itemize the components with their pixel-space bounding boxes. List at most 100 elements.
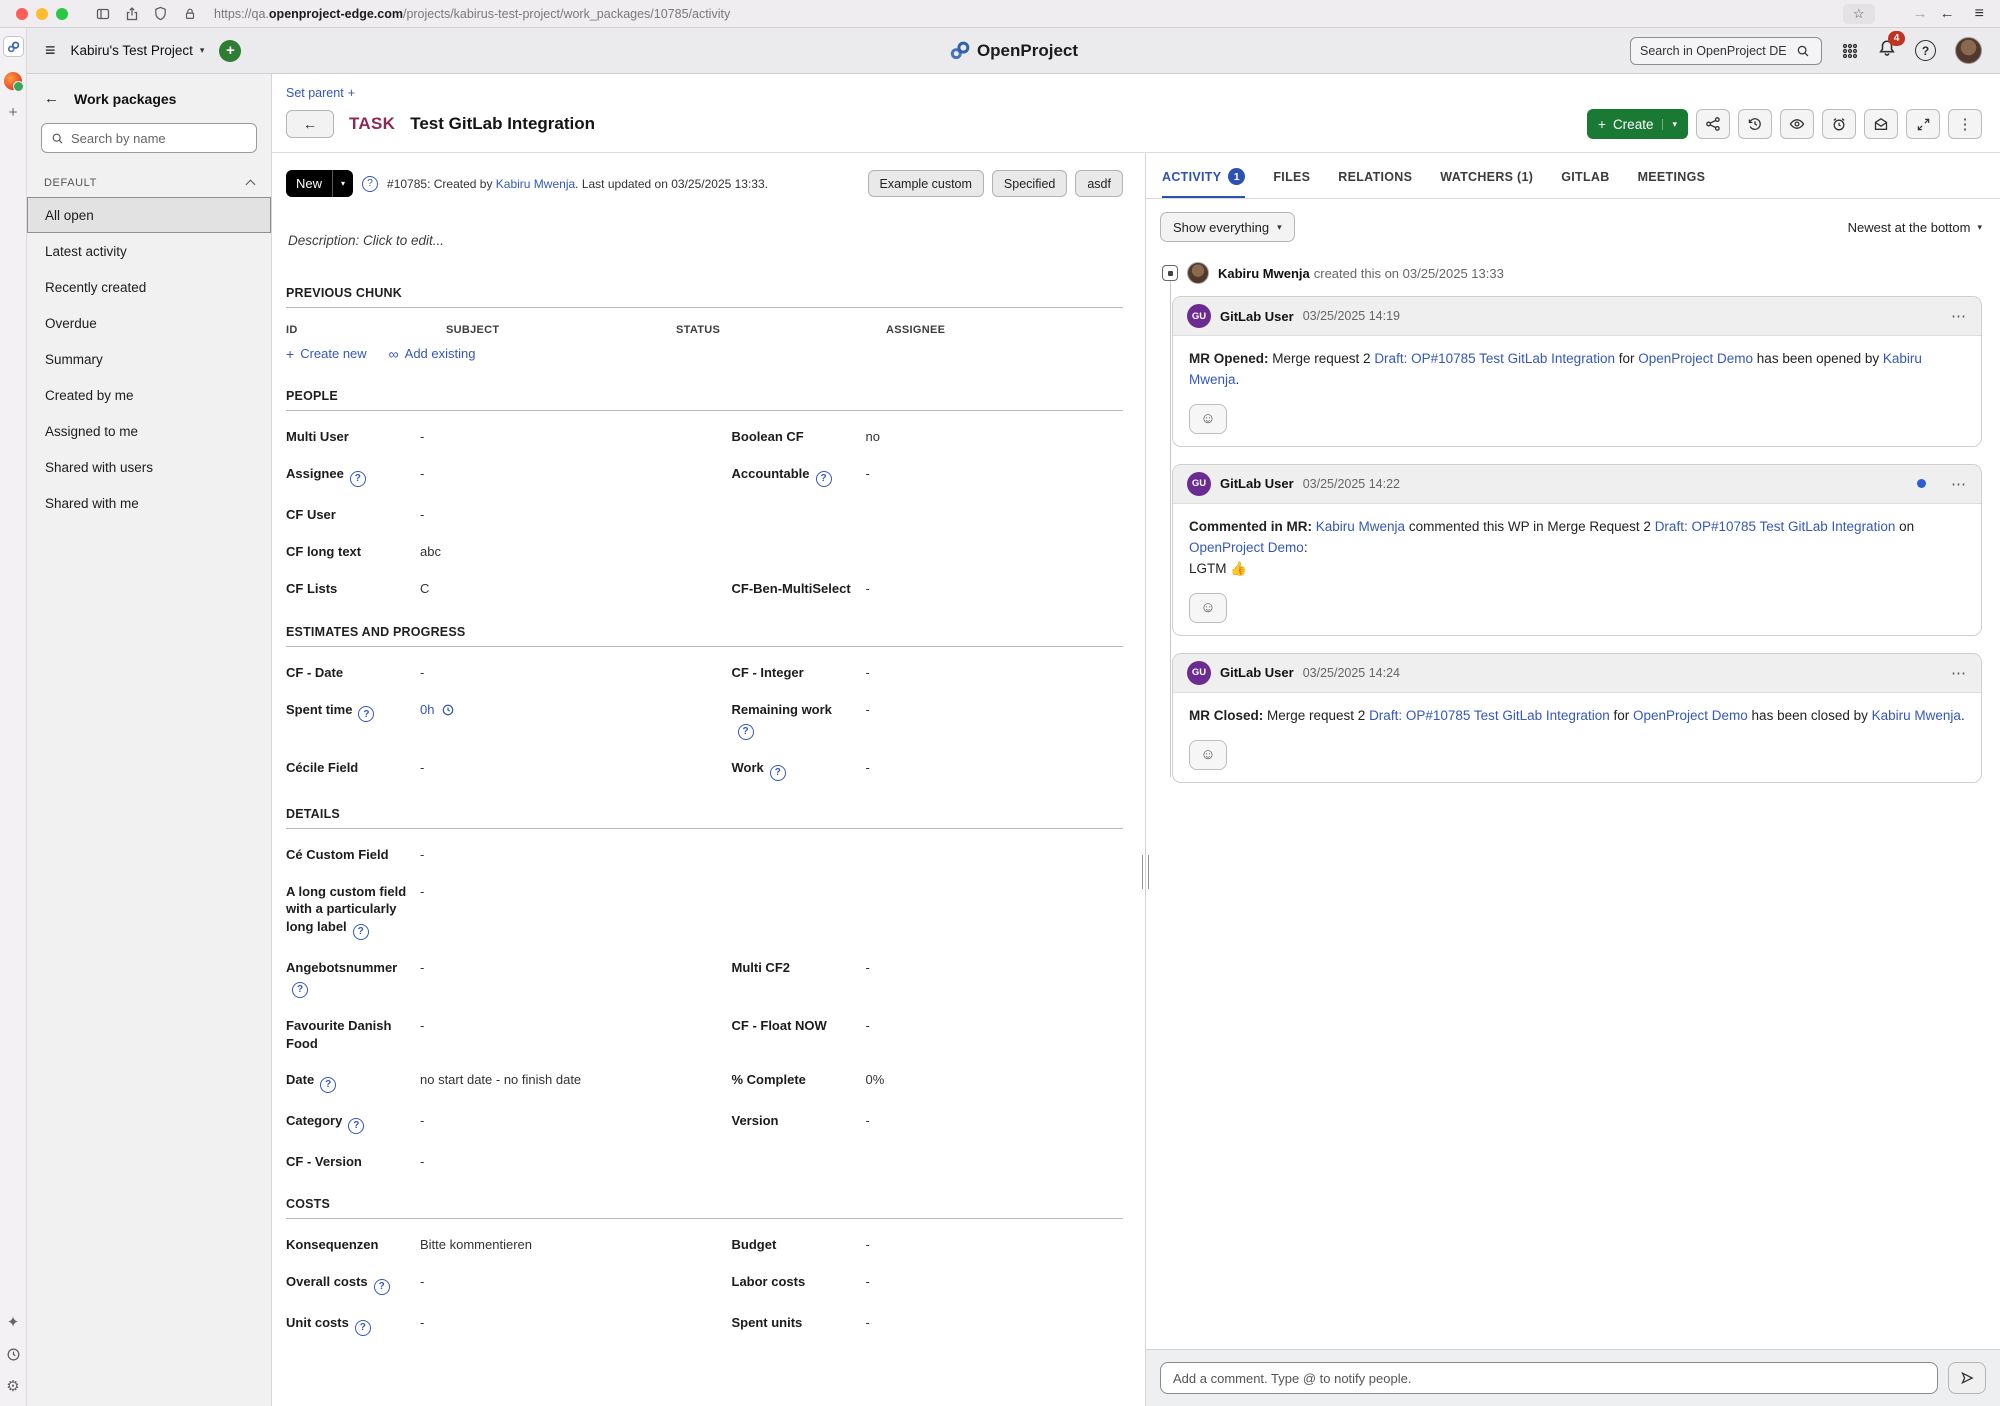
- help-icon[interactable]: ?: [320, 1077, 336, 1093]
- activity-link[interactable]: Draft: OP#10785 Test GitLab Integration: [1374, 351, 1615, 366]
- set-parent-link[interactable]: Set parent +: [286, 86, 355, 100]
- help-icon[interactable]: ?: [348, 1118, 364, 1134]
- sidebar-back-arrow-icon[interactable]: ←: [44, 90, 59, 107]
- field-value[interactable]: no start date - no finish date: [420, 1071, 678, 1089]
- field-value[interactable]: -: [420, 1112, 678, 1130]
- field-value[interactable]: -: [866, 664, 1124, 682]
- wp-title[interactable]: Test GitLab Integration: [410, 114, 595, 134]
- create-button[interactable]: + Create ▾: [1587, 109, 1688, 139]
- bookmark-star-icon[interactable]: ☆: [1843, 4, 1875, 24]
- more-actions-icon[interactable]: ⋯: [1951, 307, 1967, 325]
- help-icon[interactable]: ?: [770, 765, 786, 781]
- sidebar-item-shared-with-users[interactable]: Shared with users: [27, 449, 271, 485]
- field-value[interactable]: 0h: [420, 701, 678, 719]
- help-icon[interactable]: ?: [292, 982, 308, 998]
- tab-meetings[interactable]: MEETINGS: [1638, 153, 1706, 198]
- author-avatar[interactable]: [1187, 262, 1209, 284]
- activity-link[interactable]: OpenProject Demo: [1638, 351, 1753, 366]
- relation-action-add-existing[interactable]: ∞Add existing: [389, 346, 476, 361]
- help-icon[interactable]: ?: [355, 1320, 371, 1336]
- clock-icon[interactable]: [441, 703, 455, 717]
- share-page-icon[interactable]: [123, 5, 140, 22]
- tab-activity[interactable]: ACTIVITY1: [1162, 153, 1245, 198]
- journal-author[interactable]: Kabiru Mwenja: [1218, 266, 1310, 281]
- meta-author-link[interactable]: Kabiru Mwenja: [496, 177, 575, 191]
- field-value[interactable]: -: [420, 1017, 678, 1035]
- more-actions-icon[interactable]: ⋯: [1951, 664, 1967, 682]
- add-reaction-button[interactable]: ☺: [1189, 593, 1227, 623]
- sidebar-toggle-icon[interactable]: [94, 5, 111, 22]
- sidebar-item-recently-created[interactable]: Recently created: [27, 269, 271, 305]
- forward-button[interactable]: →: [1913, 5, 1928, 22]
- panel-resize-handle[interactable]: [1142, 855, 1149, 889]
- help-button[interactable]: ?: [1915, 40, 1936, 61]
- help-icon[interactable]: ?: [353, 924, 369, 940]
- help-icon[interactable]: ?: [374, 1279, 390, 1295]
- field-value[interactable]: -: [866, 1236, 1124, 1254]
- field-value[interactable]: -: [866, 1017, 1124, 1035]
- filter-activity-button[interactable]: Show everything ▾: [1160, 212, 1295, 242]
- activity-link[interactable]: Kabiru Mwenja: [1316, 519, 1405, 534]
- window-zoom-button[interactable]: [56, 8, 68, 20]
- more-actions-icon[interactable]: ⋯: [1951, 475, 1967, 493]
- field-value[interactable]: -: [420, 1273, 678, 1291]
- help-icon[interactable]: ?: [816, 471, 832, 487]
- field-value[interactable]: -: [866, 1314, 1124, 1332]
- field-value[interactable]: -: [420, 465, 678, 483]
- lock-icon[interactable]: [181, 5, 198, 22]
- field-value[interactable]: -: [420, 664, 678, 682]
- openproject-app-icon[interactable]: [3, 36, 24, 57]
- field-value[interactable]: -: [866, 701, 1124, 719]
- add-tab-button[interactable]: +: [9, 105, 18, 120]
- openproject-logo[interactable]: OpenProject: [949, 41, 1078, 61]
- more-options-button[interactable]: ⋮: [1948, 109, 1982, 139]
- sidebar-item-created-by-me[interactable]: Created by me: [27, 377, 271, 413]
- wp-type-label[interactable]: TASK: [349, 114, 395, 134]
- back-button[interactable]: ←: [1940, 5, 1955, 22]
- project-selector[interactable]: Kabiru's Test Project ▾: [71, 43, 205, 58]
- history-clock-icon[interactable]: [6, 1347, 21, 1362]
- sidebar-item-all-open[interactable]: All open: [27, 197, 271, 233]
- share-button[interactable]: [1696, 109, 1730, 139]
- field-value[interactable]: -: [420, 846, 678, 864]
- reminder-button[interactable]: [1822, 109, 1856, 139]
- email-button[interactable]: [1864, 109, 1898, 139]
- add-reaction-button[interactable]: ☺: [1189, 740, 1227, 770]
- help-icon[interactable]: ?: [358, 706, 374, 722]
- watch-button[interactable]: [1780, 109, 1814, 139]
- field-value[interactable]: -: [866, 959, 1124, 977]
- sparkle-icon[interactable]: ✦: [7, 1315, 20, 1330]
- sidebar-item-shared-with-me[interactable]: Shared with me: [27, 485, 271, 521]
- activity-author[interactable]: GitLab User: [1220, 476, 1294, 491]
- field-value[interactable]: -: [866, 580, 1124, 598]
- fullscreen-button[interactable]: [1906, 109, 1940, 139]
- sidebar-search-input[interactable]: [71, 131, 247, 146]
- field-value[interactable]: -: [420, 759, 678, 777]
- activity-link[interactable]: OpenProject Demo: [1189, 540, 1304, 555]
- field-value[interactable]: -: [866, 1112, 1124, 1130]
- activity-link[interactable]: Draft: OP#10785 Test GitLab Integration: [1655, 519, 1896, 534]
- help-icon[interactable]: ?: [362, 176, 378, 192]
- field-value[interactable]: -: [420, 428, 678, 446]
- field-value[interactable]: -: [866, 465, 1124, 483]
- history-button[interactable]: [1738, 109, 1772, 139]
- shield-icon[interactable]: [152, 5, 169, 22]
- add-reaction-button[interactable]: ☺: [1189, 404, 1227, 434]
- wp-back-button[interactable]: ←: [286, 110, 334, 138]
- relation-action-create-new[interactable]: +Create new: [286, 346, 367, 361]
- activity-link[interactable]: Kabiru Mwenja: [1872, 708, 1961, 723]
- field-value[interactable]: -: [866, 759, 1124, 777]
- activity-link[interactable]: OpenProject Demo: [1633, 708, 1748, 723]
- notifications-bell[interactable]: 4: [1878, 39, 1896, 62]
- tab-relations[interactable]: RELATIONS: [1338, 153, 1412, 198]
- sidebar-item-latest-activity[interactable]: Latest activity: [27, 233, 271, 269]
- field-value[interactable]: -: [420, 506, 678, 524]
- global-search-input[interactable]: [1640, 44, 1786, 58]
- field-value[interactable]: Bitte kommentieren: [420, 1236, 678, 1254]
- field-value[interactable]: no: [866, 428, 1124, 446]
- settings-gear-icon[interactable]: ⚙: [6, 1379, 19, 1394]
- help-icon[interactable]: ?: [738, 724, 754, 740]
- field-value[interactable]: -: [420, 959, 678, 977]
- activity-link[interactable]: Draft: OP#10785 Test GitLab Integration: [1369, 708, 1610, 723]
- field-value[interactable]: -: [420, 883, 678, 901]
